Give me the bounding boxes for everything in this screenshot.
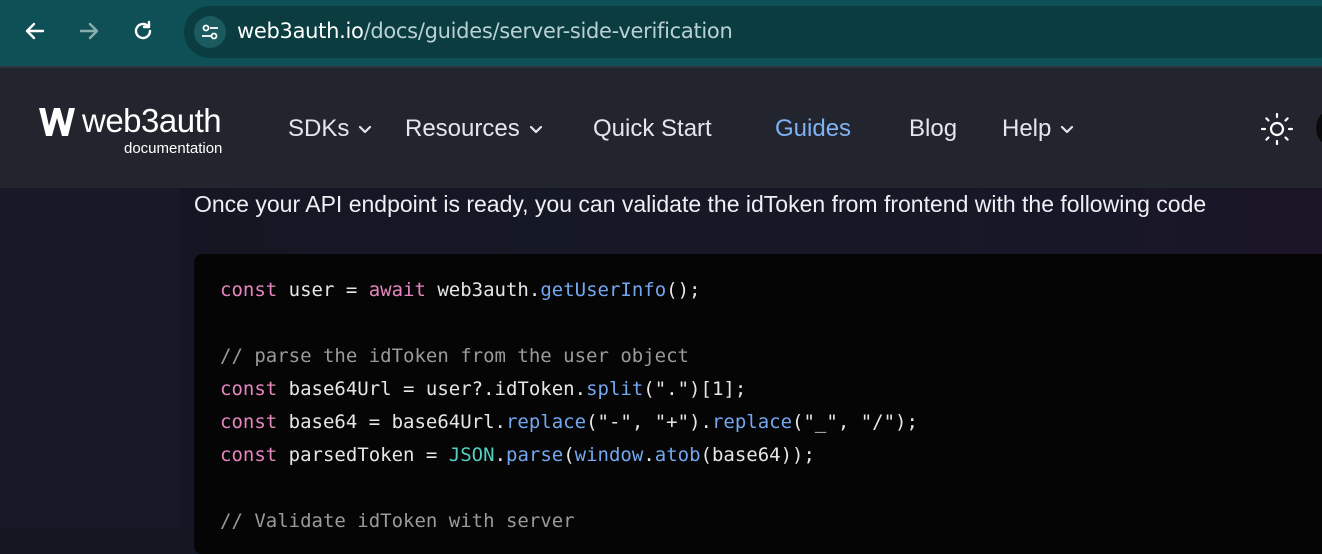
url-text[interactable]: web3auth.io/docs/guides/server-side-veri… [237, 19, 733, 43]
main-content: Once your API endpoint is ready, you can… [0, 188, 1322, 554]
code-block[interactable]: const user = await web3auth.getUserInfo(… [194, 254, 1322, 554]
chevron-down-icon [359, 125, 372, 134]
url-host: web3auth.io [237, 19, 364, 43]
nav-item-label: Resources [405, 115, 520, 142]
site-navbar: web3auth documentation SDKs Resources Qu… [0, 66, 1322, 190]
code-line-5: const base64 = base64Url.replace("-", "+… [220, 411, 918, 433]
code-line-8: // Validate idToken with server [220, 510, 575, 532]
forward-button[interactable] [72, 14, 106, 48]
chevron-down-icon [1061, 125, 1074, 134]
code-line-3: // parse the idToken from the user objec… [220, 345, 689, 367]
code-line-6: const parsedToken = JSON.parse(window.at… [220, 444, 815, 466]
search-button-edge[interactable] [1316, 108, 1322, 148]
web3auth-logo-icon [39, 108, 75, 136]
address-bar[interactable]: web3auth.io/docs/guides/server-side-veri… [184, 6, 1322, 58]
logo-text: web3auth [82, 102, 222, 139]
back-button[interactable] [18, 14, 52, 48]
browser-toolbar: web3auth.io/docs/guides/server-side-veri… [0, 0, 1322, 66]
nav-item-label: SDKs [288, 115, 350, 142]
logo-subtext: documentation [124, 140, 223, 157]
reload-button[interactable] [126, 14, 160, 48]
tune-icon [202, 24, 218, 40]
nav-item-label: Guides [775, 115, 852, 142]
code-line-1: const user = await web3auth.getUserInfo(… [220, 279, 701, 301]
arrow-right-icon [79, 22, 99, 40]
theme-toggle-button[interactable] [1259, 111, 1295, 152]
chevron-down-icon [529, 125, 542, 134]
code-line-4: const base64Url = user?.idToken.split(".… [220, 378, 747, 400]
site-info-button[interactable] [194, 16, 226, 48]
nav-item-quick-start[interactable]: Quick Start [593, 115, 712, 143]
nav-item-label: Blog [909, 115, 958, 142]
nav-item-resources[interactable]: Resources [405, 115, 544, 143]
nav-item-guides[interactable]: Guides [775, 115, 851, 143]
arrow-left-icon [25, 22, 45, 40]
sidebar [0, 188, 180, 527]
intro-paragraph: Once your API endpoint is ready, you can… [194, 191, 1207, 217]
url-path: /docs/guides/server-side-verification [363, 19, 733, 43]
nav-item-sdks[interactable]: SDKs [288, 115, 373, 143]
nav-item-help[interactable]: Help [1002, 115, 1075, 143]
nav-item-label: Quick Start [593, 115, 712, 142]
nav-item-blog[interactable]: Blog [909, 115, 957, 143]
sun-icon [1260, 112, 1294, 146]
reload-icon [134, 20, 152, 40]
nav-item-label: Help [1002, 115, 1052, 142]
